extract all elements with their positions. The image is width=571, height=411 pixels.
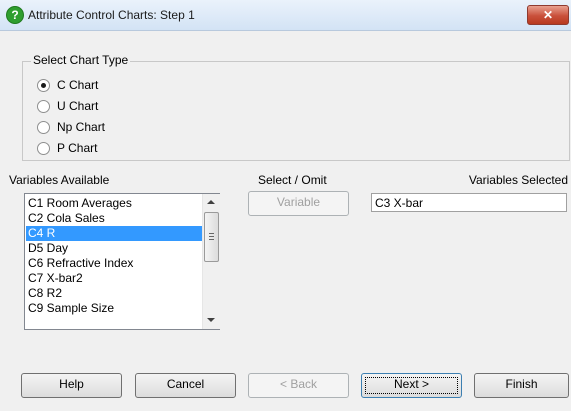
- list-item[interactable]: C2 Cola Sales: [26, 211, 202, 226]
- list-item[interactable]: C9 Sample Size: [26, 301, 202, 316]
- window-title: Attribute Control Charts: Step 1: [28, 8, 195, 22]
- next-button[interactable]: Next >: [361, 373, 462, 398]
- cancel-button[interactable]: Cancel: [135, 373, 236, 398]
- radio-selected-dot: [41, 83, 46, 88]
- list-item[interactable]: C6 Refractive Index: [26, 256, 202, 271]
- list-item[interactable]: D5 Day: [26, 241, 202, 256]
- list-item-selected[interactable]: C4 R: [26, 226, 202, 241]
- finish-button[interactable]: Finish: [474, 373, 569, 398]
- list-item[interactable]: C1 Room Averages: [26, 196, 202, 211]
- variable-button-label: Variable: [276, 195, 321, 209]
- finish-button-label: Finish: [505, 377, 538, 391]
- list-item[interactable]: C8 R2: [26, 286, 202, 301]
- title-bar: ? Attribute Control Charts: Step 1 ✕: [0, 0, 571, 31]
- help-button-label: Help: [59, 377, 84, 391]
- variables-selected-label: Variables Selected: [468, 173, 568, 187]
- radio-label: P Chart: [57, 141, 98, 155]
- radio-label: Np Chart: [57, 120, 106, 134]
- radio-label: U Chart: [57, 99, 99, 113]
- radio-button[interactable]: [37, 79, 50, 92]
- focus-rect: [365, 377, 458, 394]
- variables-available-list[interactable]: C1 Room Averages C2 Cola Sales C4 R D5 D…: [24, 193, 220, 330]
- variables-available-label: Variables Available: [9, 173, 110, 187]
- question-icon: ?: [6, 6, 24, 24]
- radio-button[interactable]: [37, 121, 50, 134]
- variable-button[interactable]: Variable: [248, 191, 349, 216]
- variables-selected-field[interactable]: C3 X-bar: [371, 193, 567, 212]
- scroll-up-icon[interactable]: [207, 200, 215, 204]
- list-item[interactable]: C7 X-bar2: [26, 271, 202, 286]
- scroll-thumb[interactable]: [204, 212, 219, 262]
- help-button[interactable]: Help: [21, 373, 122, 398]
- scroll-down-icon[interactable]: [207, 318, 215, 322]
- radio-label: C Chart: [57, 78, 99, 92]
- radio-button[interactable]: [37, 142, 50, 155]
- list-scrollbar[interactable]: [202, 194, 220, 329]
- select-omit-label: Select / Omit: [258, 173, 327, 187]
- back-button-label: < Back: [279, 377, 318, 391]
- chart-type-legend: Select Chart Type: [31, 53, 131, 67]
- cancel-button-label: Cancel: [166, 377, 205, 391]
- back-button[interactable]: < Back: [248, 373, 349, 398]
- chart-type-group: [22, 61, 570, 161]
- close-button[interactable]: ✕: [527, 5, 569, 25]
- radio-button[interactable]: [37, 100, 50, 113]
